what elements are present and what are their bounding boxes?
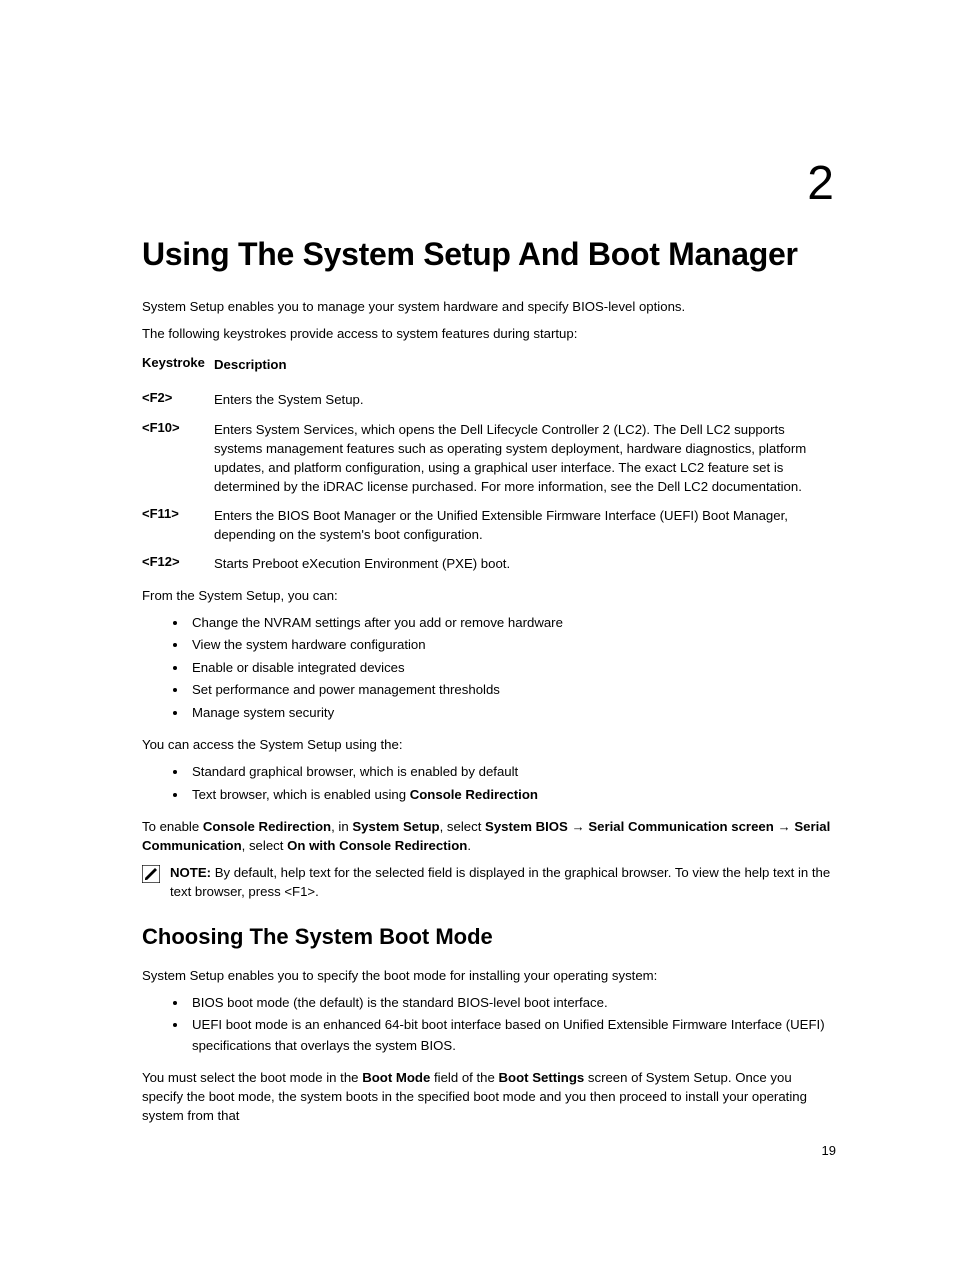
page-title: Using The System Setup And Boot Manager — [142, 236, 836, 273]
arrow-text: → — [774, 819, 795, 834]
list-item-text: Text browser, which is enabled using — [192, 787, 410, 802]
list-item: Set performance and power management thr… — [188, 680, 836, 700]
list-item: UEFI boot mode is an enhanced 64-bit boo… — [188, 1015, 836, 1056]
list-item-bold: Console Redirection — [410, 787, 538, 802]
keystroke-key: <F11> — [142, 506, 214, 521]
boot-mode-list: BIOS boot mode (the default) is the stan… — [142, 993, 836, 1056]
text-bold: Boot Mode — [362, 1070, 430, 1085]
list-item: Text browser, which is enabled using Con… — [188, 785, 836, 805]
capabilities-list: Change the NVRAM settings after you add … — [142, 613, 836, 723]
boot-intro-text: System Setup enables you to specify the … — [142, 966, 836, 985]
keystroke-description: Starts Preboot eXecution Environment (PX… — [214, 554, 836, 573]
access-intro-text: You can access the System Setup using th… — [142, 735, 836, 754]
text-bold: System BIOS — [485, 819, 568, 834]
text-span: field of the — [430, 1070, 498, 1085]
table-header-description: Description — [214, 355, 836, 380]
intro-paragraph-1: System Setup enables you to manage your … — [142, 297, 836, 316]
text-bold: System Setup — [352, 819, 439, 834]
table-row: <F12> Starts Preboot eXecution Environme… — [142, 554, 836, 573]
text-span: To enable — [142, 819, 203, 834]
note-label: NOTE: — [170, 865, 211, 880]
note-text: NOTE: By default, help text for the sele… — [170, 863, 836, 901]
arrow-text: → — [568, 819, 589, 834]
text-span: , select — [440, 819, 485, 834]
list-item: Manage system security — [188, 703, 836, 723]
keystroke-table: Keystroke Description <F2> Enters the Sy… — [142, 355, 836, 573]
keystroke-description: Enters the BIOS Boot Manager or the Unif… — [214, 506, 836, 544]
text-bold: Boot Settings — [499, 1070, 585, 1085]
from-setup-text: From the System Setup, you can: — [142, 586, 836, 605]
intro-paragraph-2: The following keystrokes provide access … — [142, 324, 836, 343]
keystroke-key: <F10> — [142, 420, 214, 435]
text-span: You must select the boot mode in the — [142, 1070, 362, 1085]
page-number: 19 — [822, 1143, 836, 1158]
list-item: Enable or disable integrated devices — [188, 658, 836, 678]
table-row: <F11> Enters the BIOS Boot Manager or th… — [142, 506, 836, 544]
keystroke-key: <F2> — [142, 390, 214, 405]
keystroke-description: Enters System Services, which opens the … — [214, 420, 836, 497]
list-item: Standard graphical browser, which is ena… — [188, 762, 836, 782]
chapter-number: 2 — [142, 160, 836, 208]
table-row: <F10> Enters System Services, which open… — [142, 420, 836, 497]
section-heading: Choosing The System Boot Mode — [142, 924, 836, 950]
text-bold: On with Console Redirection — [287, 838, 467, 853]
text-span: . — [467, 838, 471, 853]
enable-console-text: To enable Console Redirection, in System… — [142, 817, 836, 855]
keystroke-key: <F12> — [142, 554, 214, 569]
list-item: Change the NVRAM settings after you add … — [188, 613, 836, 633]
note-icon — [142, 863, 170, 888]
text-bold: Console Redirection — [203, 819, 331, 834]
access-list: Standard graphical browser, which is ena… — [142, 762, 836, 805]
must-select-text: You must select the boot mode in the Boo… — [142, 1068, 836, 1125]
table-header-keystroke: Keystroke — [142, 355, 214, 376]
list-item: View the system hardware configuration — [188, 635, 836, 655]
note-block: NOTE: By default, help text for the sele… — [142, 863, 836, 901]
list-item: BIOS boot mode (the default) is the stan… — [188, 993, 836, 1013]
text-span: , select — [242, 838, 287, 853]
text-span: , in — [331, 819, 352, 834]
note-body: By default, help text for the selected f… — [170, 865, 830, 899]
keystroke-description: Enters the System Setup. — [214, 390, 836, 409]
table-row: <F2> Enters the System Setup. — [142, 390, 836, 409]
text-bold: Serial Communication screen — [588, 819, 773, 834]
